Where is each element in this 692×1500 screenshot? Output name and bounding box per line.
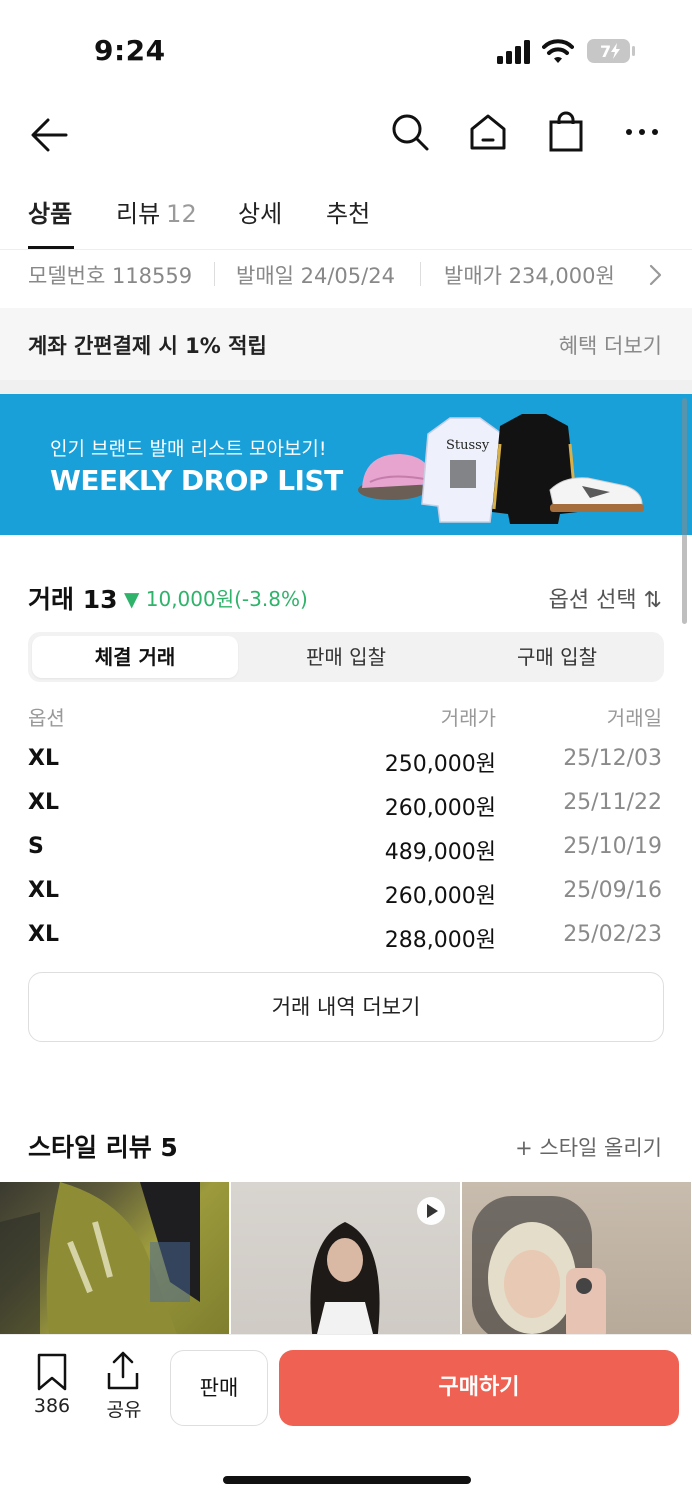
header-option: 옵션 bbox=[28, 706, 65, 730]
segment-sell-bids[interactable]: 판매 입찰 bbox=[243, 636, 449, 678]
row-price: 288,000원 bbox=[384, 928, 496, 953]
row-date: 25/02/23 bbox=[563, 922, 662, 947]
row-price: 250,000원 bbox=[384, 752, 496, 777]
tab-recommend[interactable]: 추천 bbox=[326, 194, 370, 229]
trade-type-segmented-control: 체결 거래 판매 입찰 구매 입찰 bbox=[28, 632, 664, 682]
review-photo-image bbox=[472, 1196, 606, 1342]
header-price: 거래가 bbox=[440, 706, 496, 730]
bookmark-icon[interactable] bbox=[36, 1353, 68, 1391]
upload-style-button[interactable]: + 스타일 올리기 bbox=[515, 1132, 662, 1162]
share-icon[interactable] bbox=[106, 1351, 140, 1391]
banner-subtitle: 인기 브랜드 발매 리스트 모아보기! bbox=[50, 438, 327, 460]
benefit-more-link[interactable]: 혜택 더보기 bbox=[559, 330, 662, 360]
buy-button[interactable]: 구매하기 bbox=[279, 1350, 679, 1426]
row-option: XL bbox=[28, 746, 59, 771]
product-info-strip[interactable]: 모델번호 118559 발매일 24/05/24 발매가 234,000원 bbox=[0, 252, 692, 296]
price-change: ▼ 10,000원(-3.8%) bbox=[124, 587, 308, 611]
review-photo-image bbox=[0, 1182, 200, 1342]
back-arrow-icon[interactable] bbox=[28, 114, 70, 156]
status-bar: 9:24 7 bbox=[0, 0, 692, 100]
style-review-photo[interactable] bbox=[462, 1182, 691, 1342]
divider bbox=[214, 262, 215, 286]
active-tab-indicator bbox=[28, 246, 74, 249]
trades-header: 거래 13 ▼ 10,000원(-3.8%) 옵션 선택 ⇅ bbox=[0, 576, 692, 616]
shopping-bag-icon[interactable] bbox=[546, 110, 586, 152]
review-photo-image bbox=[310, 1197, 445, 1342]
row-option: XL bbox=[28, 922, 59, 947]
battery-level: 7 bbox=[600, 42, 611, 61]
row-price: 260,000원 bbox=[384, 796, 496, 821]
row-date: 25/11/22 bbox=[563, 790, 662, 815]
release-price: 발매가 234,000원 bbox=[444, 264, 615, 288]
bookmark-count: 386 bbox=[33, 1395, 71, 1417]
style-reviews-title: 스타일 리뷰 5 bbox=[28, 1133, 178, 1162]
share-label: 공유 bbox=[106, 1399, 142, 1421]
row-option: XL bbox=[28, 878, 59, 903]
weekly-drop-banner[interactable]: 인기 브랜드 발매 리스트 모아보기! WEEKLY DROP LIST Stu… bbox=[0, 394, 692, 535]
release-date: 발매일 24/05/24 bbox=[236, 264, 395, 288]
row-date: 25/09/16 bbox=[563, 878, 662, 903]
row-option: XL bbox=[28, 790, 59, 815]
style-review-photo[interactable] bbox=[231, 1182, 460, 1342]
review-count: 12 bbox=[166, 200, 197, 228]
search-icon[interactable] bbox=[390, 112, 430, 152]
chevron-right-icon[interactable] bbox=[648, 264, 662, 286]
divider bbox=[420, 262, 421, 286]
header-date: 거래일 bbox=[606, 706, 662, 730]
row-price: 489,000원 bbox=[384, 840, 496, 865]
style-reviews-header: 스타일 리뷰 5 + 스타일 올리기 bbox=[0, 1126, 692, 1166]
top-navigation bbox=[0, 100, 692, 170]
row-option: S bbox=[28, 834, 44, 859]
more-options-icon[interactable] bbox=[624, 120, 660, 144]
trades-title: 거래 13 bbox=[28, 585, 118, 614]
table-row: XL 288,000원 25/02/23 bbox=[0, 922, 692, 958]
battery-icon: 7 bbox=[587, 39, 635, 63]
cellular-signal-icon bbox=[497, 40, 530, 64]
sell-button[interactable]: 판매 bbox=[170, 1350, 268, 1426]
table-row: XL 250,000원 25/12/03 bbox=[0, 746, 692, 782]
row-date: 25/12/03 bbox=[563, 746, 662, 771]
row-price: 260,000원 bbox=[384, 884, 496, 909]
table-row: XL 260,000원 25/09/16 bbox=[0, 878, 692, 914]
segment-executed-trades[interactable]: 체결 거래 bbox=[32, 636, 238, 678]
tab-details[interactable]: 상세 bbox=[238, 194, 282, 229]
trade-table-header: 옵션 거래가 거래일 bbox=[0, 702, 692, 732]
style-review-photo[interactable] bbox=[0, 1182, 229, 1342]
svg-text:Stussy: Stussy bbox=[446, 438, 490, 453]
home-indicator[interactable] bbox=[223, 1476, 471, 1484]
more-trades-button[interactable]: 거래 내역 더보기 bbox=[28, 972, 664, 1042]
row-date: 25/10/19 bbox=[563, 834, 662, 859]
model-number: 모델번호 118559 bbox=[28, 264, 193, 288]
tab-reviews[interactable]: 리뷰 12 bbox=[116, 194, 197, 229]
tab-product[interactable]: 상품 bbox=[28, 194, 72, 229]
home-icon[interactable] bbox=[468, 112, 508, 152]
segment-buy-bids[interactable]: 구매 입찰 bbox=[454, 636, 660, 678]
section-gap bbox=[0, 380, 692, 394]
table-row: XL 260,000원 25/11/22 bbox=[0, 790, 692, 826]
banner-products-image: Stussy bbox=[358, 414, 644, 524]
table-row: S 489,000원 25/10/19 bbox=[0, 834, 692, 870]
status-time: 9:24 bbox=[94, 34, 166, 67]
wifi-icon bbox=[542, 39, 574, 63]
banner-title: WEEKLY DROP LIST bbox=[50, 464, 343, 497]
benefit-banner: 계좌 간편결제 시 1% 적립 혜택 더보기 bbox=[0, 308, 692, 380]
product-tabs: 상품 리뷰 12 상세 추천 bbox=[0, 190, 692, 250]
benefit-text: 계좌 간편결제 시 1% 적립 bbox=[28, 334, 267, 358]
option-select-button[interactable]: 옵션 선택 ⇅ bbox=[549, 582, 662, 614]
